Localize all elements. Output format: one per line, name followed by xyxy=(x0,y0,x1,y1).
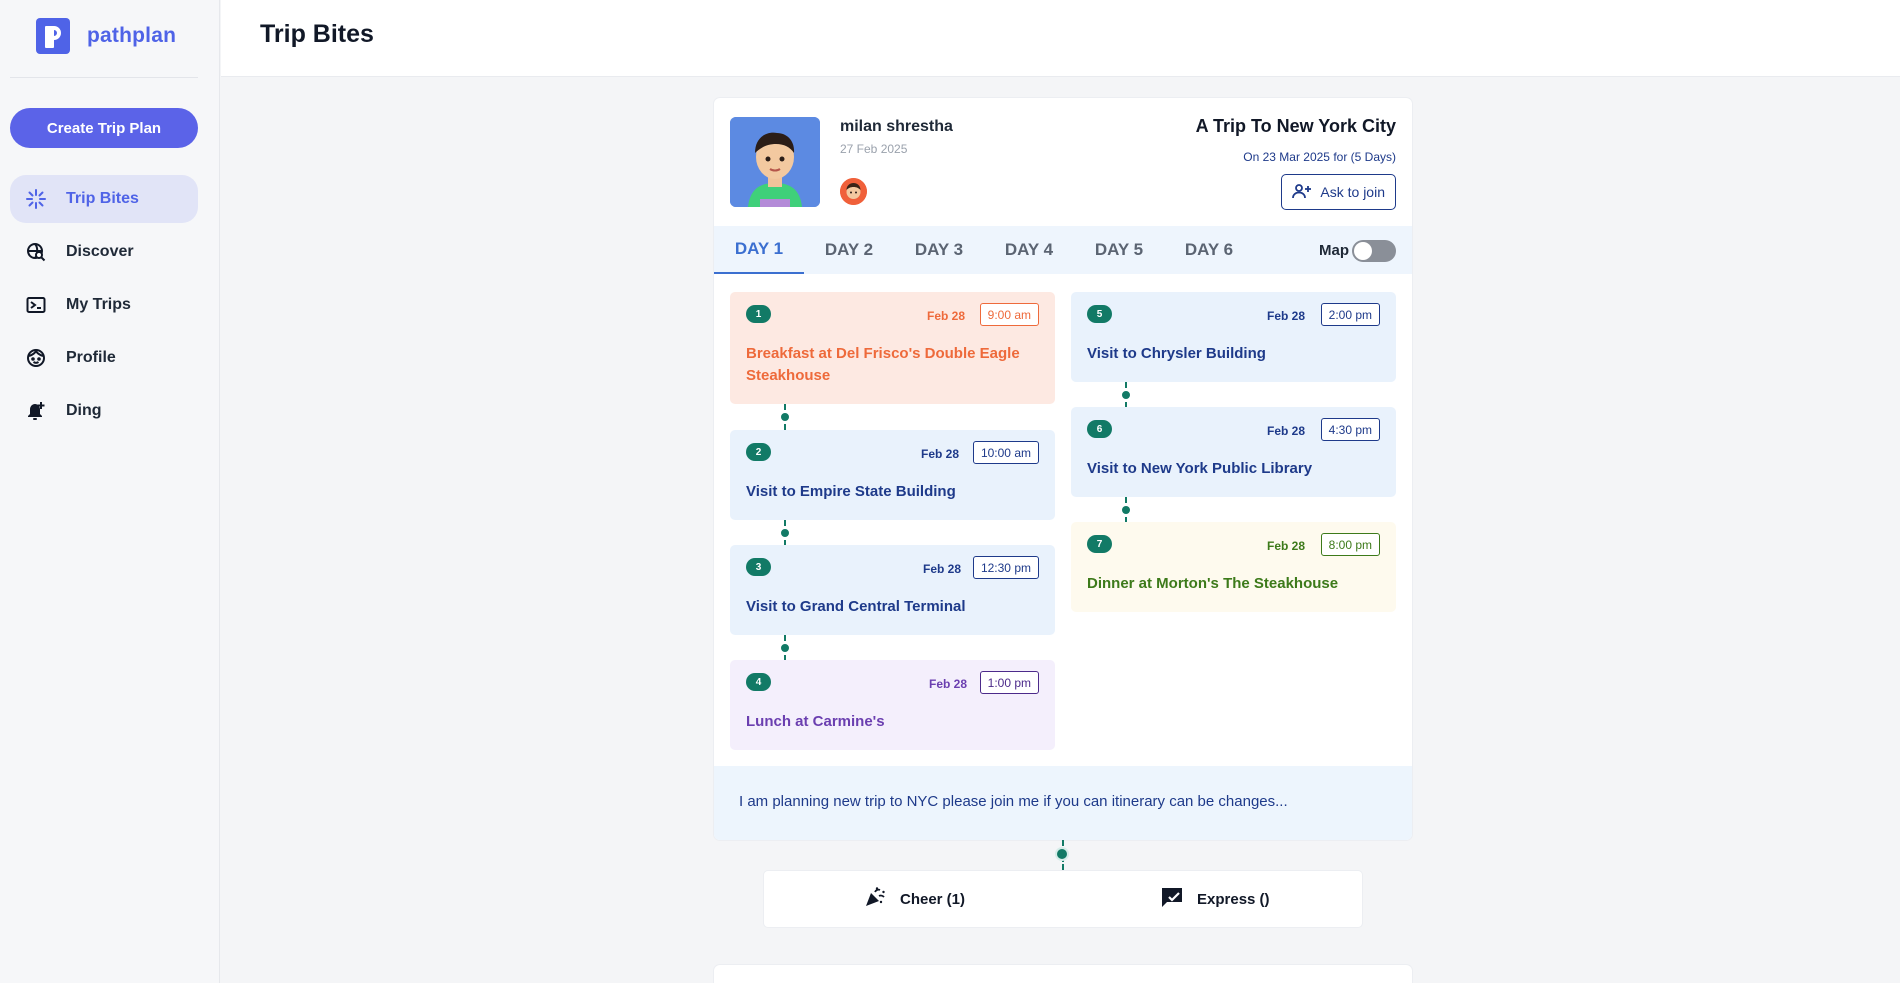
avatar[interactable] xyxy=(730,117,820,207)
top-header: Trip Bites xyxy=(221,0,1900,77)
activity-title: Visit to Chrysler Building xyxy=(1087,345,1266,362)
activity-number: 2 xyxy=(746,443,771,461)
comment-check-icon xyxy=(1161,886,1183,912)
ask-to-join-button[interactable]: Ask to join xyxy=(1281,174,1396,210)
timeline-connector xyxy=(781,520,789,546)
activity-time: 2:00 pm xyxy=(1320,303,1380,326)
posted-date: 27 Feb 2025 xyxy=(840,142,908,156)
pathplan-logo-icon xyxy=(36,18,70,54)
sidebar-item-label: My Trips xyxy=(66,296,131,313)
face-icon xyxy=(26,348,46,368)
activity-number: 5 xyxy=(1087,305,1112,323)
activity-card[interactable]: 2 Feb 28 10:00 am Visit to Empire State … xyxy=(730,430,1055,520)
timeline-connector xyxy=(1057,840,1067,870)
tab-day-4[interactable]: DAY 4 xyxy=(984,226,1074,274)
tab-day-2[interactable]: DAY 2 xyxy=(804,226,894,274)
activity-time: 9:00 am xyxy=(979,303,1039,326)
trip-post-card: milan shrestha 27 Feb 2025 A Trip To New… xyxy=(714,98,1412,840)
activity-date: Feb 28 xyxy=(922,562,961,576)
activity-date: Feb 28 xyxy=(1266,424,1305,438)
activity-title: Dinner at Morton's The Steakhouse xyxy=(1087,575,1339,592)
activity-time: 10:00 am xyxy=(972,441,1039,464)
timeline-connector xyxy=(781,635,789,661)
sidebar-item-trip-bites[interactable]: Trip Bites xyxy=(10,175,198,223)
cheer-label: Cheer (1) xyxy=(900,890,966,908)
activity-time: 4:30 pm xyxy=(1320,418,1380,441)
next-trip-post-card xyxy=(714,965,1412,983)
activity-card[interactable]: 1 Feb 28 9:00 am Breakfast at Del Frisco… xyxy=(730,292,1055,404)
sidebar-item-ding[interactable]: Ding xyxy=(10,387,198,435)
activity-title: Visit to Grand Central Terminal xyxy=(746,598,966,615)
activity-card[interactable]: 7 Feb 28 8:00 pm Dinner at Morton's The … xyxy=(1071,522,1396,612)
brand-name: pathplan xyxy=(87,24,177,47)
ask-to-join-label: Ask to join xyxy=(1320,184,1385,200)
activity-card[interactable]: 5 Feb 28 2:00 pm Visit to Chrysler Build… xyxy=(1071,292,1396,382)
activity-title: Visit to Empire State Building xyxy=(746,483,956,500)
bell-plus-icon xyxy=(26,401,46,421)
page-title: Trip Bites xyxy=(260,20,374,48)
sidebar: pathplan Create Trip Plan Trip Bites Dis… xyxy=(0,0,220,983)
globe-search-icon xyxy=(26,242,46,262)
activity-title: Breakfast at Del Frisco's Double Eagle S… xyxy=(746,345,1020,384)
activity-number: 7 xyxy=(1087,535,1112,553)
activity-date: Feb 28 xyxy=(1266,539,1305,553)
activity-number: 4 xyxy=(746,673,771,691)
activity-card[interactable]: 6 Feb 28 4:30 pm Visit to New York Publi… xyxy=(1071,407,1396,497)
tab-day-3[interactable]: DAY 3 xyxy=(894,226,984,274)
sidebar-item-my-trips[interactable]: My Trips xyxy=(10,281,198,329)
cheer-button[interactable]: Cheer (1) xyxy=(864,871,965,927)
activity-number: 1 xyxy=(746,305,771,323)
party-popper-icon xyxy=(864,886,886,912)
activity-title: Lunch at Carmine's xyxy=(746,713,885,730)
activity-title: Visit to New York Public Library xyxy=(1087,460,1313,477)
activity-date: Feb 28 xyxy=(928,677,967,691)
activity-number: 3 xyxy=(746,558,771,576)
create-trip-plan-button[interactable]: Create Trip Plan xyxy=(10,108,198,148)
reaction-bar: Cheer (1) Express () xyxy=(764,871,1362,927)
timeline-connector xyxy=(1122,382,1130,408)
trip-description: I am planning new trip to NYC please joi… xyxy=(714,766,1412,840)
activity-time: 1:00 pm xyxy=(979,671,1039,694)
ticket-icon xyxy=(26,295,46,315)
participant-avatar[interactable] xyxy=(840,178,867,205)
trip-description-text: I am planning new trip to NYC please joi… xyxy=(739,793,1288,810)
activity-date: Feb 28 xyxy=(920,447,959,461)
activity-card[interactable]: 3 Feb 28 12:30 pm Visit to Grand Central… xyxy=(730,545,1055,635)
tab-day-5[interactable]: DAY 5 xyxy=(1074,226,1164,274)
add-user-icon xyxy=(1292,183,1312,202)
brand[interactable]: pathplan xyxy=(36,18,176,54)
sidebar-item-label: Ding xyxy=(66,402,102,419)
map-label: Map xyxy=(1319,241,1349,259)
tab-day-1[interactable]: DAY 1 xyxy=(714,226,804,274)
sidebar-item-label: Discover xyxy=(66,243,134,260)
activity-time: 8:00 pm xyxy=(1320,533,1380,556)
user-name[interactable]: milan shrestha xyxy=(840,118,953,136)
trip-title: A Trip To New York City xyxy=(1195,116,1396,136)
tab-day-6[interactable]: DAY 6 xyxy=(1164,226,1254,274)
sidebar-item-profile[interactable]: Profile xyxy=(10,334,198,382)
sidebar-item-discover[interactable]: Discover xyxy=(10,228,198,276)
activity-date: Feb 28 xyxy=(926,309,965,323)
sidebar-item-label: Trip Bites xyxy=(66,190,139,207)
timeline-connector xyxy=(781,404,789,430)
sidebar-item-label: Profile xyxy=(66,349,116,366)
sidebar-divider xyxy=(10,77,198,78)
sparkle-icon xyxy=(26,189,46,209)
timeline-connector xyxy=(1122,497,1130,523)
activity-card[interactable]: 4 Feb 28 1:00 pm Lunch at Carmine's xyxy=(730,660,1055,750)
map-toggle[interactable] xyxy=(1352,240,1396,262)
activity-time: 12:30 pm xyxy=(972,556,1039,579)
express-button[interactable]: Express () xyxy=(1161,871,1270,927)
sidebar-nav: Trip Bites Discover My Trips Profile Din… xyxy=(10,175,198,440)
express-label: Express () xyxy=(1197,890,1270,908)
day-tabs: DAY 1 DAY 2 DAY 3 DAY 4 DAY 5 DAY 6 Map xyxy=(714,226,1412,274)
activity-number: 6 xyxy=(1087,420,1112,438)
trip-schedule: On 23 Mar 2025 for (5 Days) xyxy=(1243,150,1396,164)
activity-date: Feb 28 xyxy=(1266,309,1305,323)
